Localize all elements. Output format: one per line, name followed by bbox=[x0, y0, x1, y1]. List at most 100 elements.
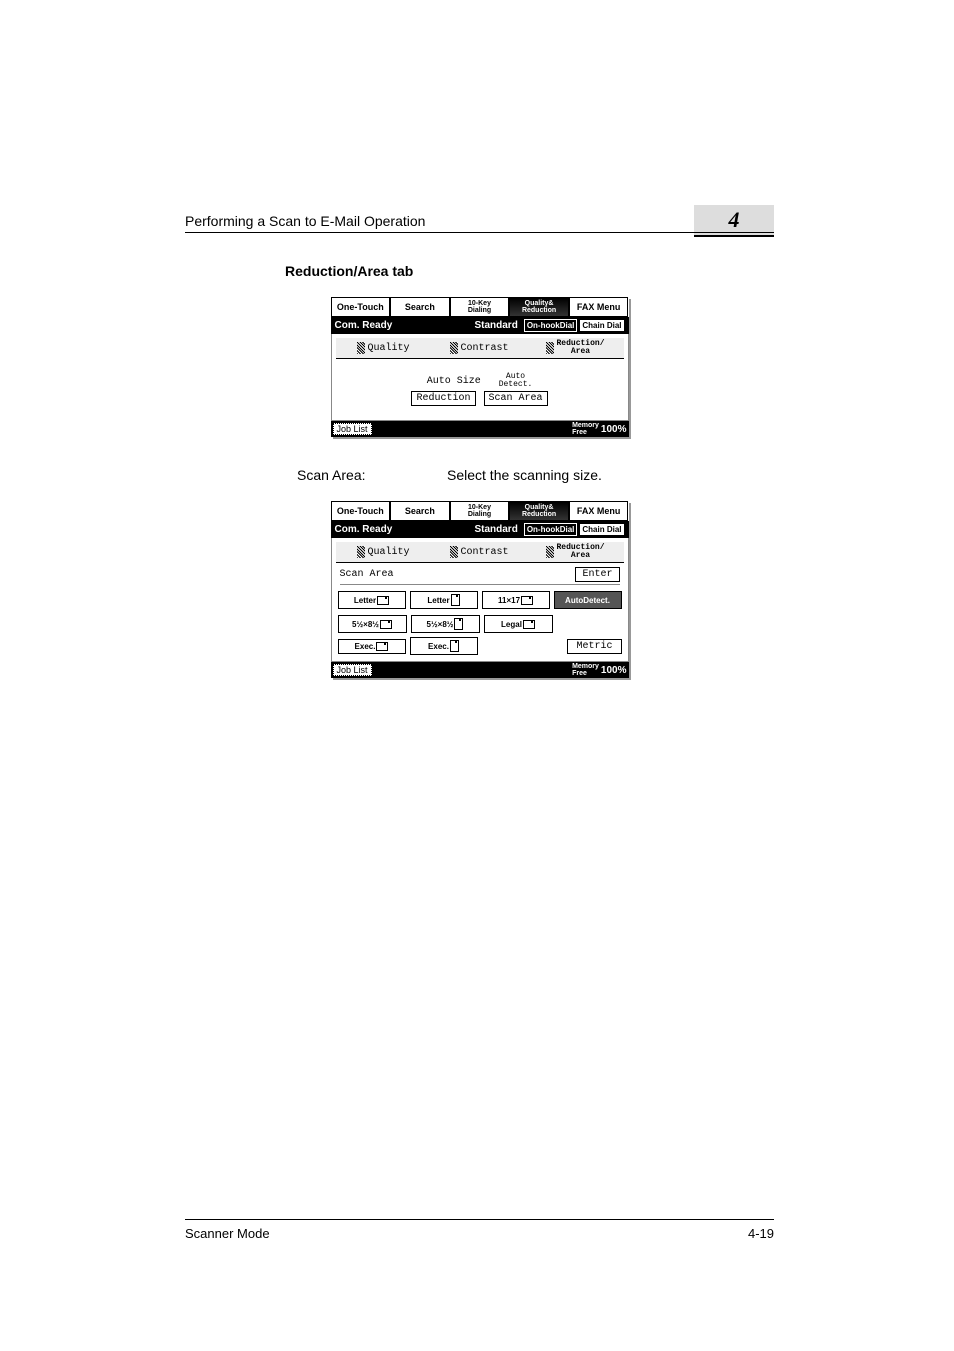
hash-icon bbox=[546, 546, 554, 558]
tab-quality-reduction[interactable]: Quality& Reduction bbox=[509, 501, 569, 521]
inner-tab-reduction-line2: Area bbox=[556, 348, 604, 356]
size-exec-l-label: Exec. bbox=[355, 642, 376, 651]
enter-button[interactable]: Enter bbox=[575, 567, 619, 582]
inner-tab-contrast-label: Contrast bbox=[460, 547, 508, 558]
inner-tab-reduction-area[interactable]: Reduction/ Area bbox=[528, 338, 624, 359]
on-hook-dial-button[interactable]: On-hookDial bbox=[524, 319, 578, 332]
footer-page-number: 4-19 bbox=[748, 1226, 774, 1241]
hash-icon bbox=[450, 342, 458, 354]
orientation-landscape-icon bbox=[380, 620, 392, 629]
size-auto-detect[interactable]: AutoDetect. bbox=[554, 591, 622, 609]
inner-tab-quality[interactable]: Quality bbox=[336, 542, 432, 563]
orientation-landscape-icon bbox=[523, 620, 535, 629]
tab-fax-menu[interactable]: FAX Menu bbox=[569, 501, 629, 521]
lcd-screenshot-reduction-area: One-Touch Search 10-Key Dialing Quality&… bbox=[331, 297, 629, 437]
inner-tab-contrast-label: Contrast bbox=[460, 343, 508, 354]
on-hook-dial-button[interactable]: On-hookDial bbox=[524, 523, 578, 536]
tab-search[interactable]: Search bbox=[390, 297, 450, 317]
scan-area-heading: Scan Area bbox=[340, 569, 394, 580]
status-com-ready: Com. Ready bbox=[335, 524, 475, 535]
status-com-ready: Com. Ready bbox=[335, 320, 475, 331]
tab-quality-line1: Quality& bbox=[522, 504, 556, 511]
memory-indicator: Memory Free 100% bbox=[572, 422, 626, 436]
scan-area-desc-text: Select the scanning size. bbox=[447, 467, 602, 483]
orientation-landscape-icon bbox=[521, 596, 533, 605]
metric-button[interactable]: Metric bbox=[567, 639, 621, 654]
section-title: Reduction/Area tab bbox=[285, 263, 774, 279]
tab-one-touch[interactable]: One-Touch bbox=[331, 297, 391, 317]
size-11x17[interactable]: 11×17 bbox=[482, 591, 550, 609]
size-exec-portrait[interactable]: Exec. bbox=[410, 637, 478, 655]
size-letter-landscape[interactable]: Letter bbox=[338, 591, 406, 609]
inner-tab-contrast[interactable]: Contrast bbox=[432, 338, 528, 359]
center-controls-1: Auto Size Auto Detect. Reduction Scan Ar… bbox=[332, 373, 628, 406]
status-bar: Com. Ready Standard On-hookDial Chain Di… bbox=[331, 317, 629, 334]
inner-tab-quality-label: Quality bbox=[367, 343, 409, 354]
chain-dial-button[interactable]: Chain Dial bbox=[579, 319, 624, 332]
lcd-footer-2: Job List Memory Free 100% bbox=[331, 662, 629, 678]
tab-10key-dialing[interactable]: 10-Key Dialing bbox=[450, 297, 510, 317]
scan-area-desc-label: Scan Area: bbox=[297, 467, 447, 483]
tab-fax-menu[interactable]: FAX Menu bbox=[569, 297, 629, 317]
tab-quality-reduction[interactable]: Quality& Reduction bbox=[509, 297, 569, 317]
description-row: Scan Area: Select the scanning size. bbox=[297, 467, 774, 483]
size-letter-portrait[interactable]: Letter bbox=[410, 591, 478, 609]
tab-search[interactable]: Search bbox=[390, 501, 450, 521]
memory-percent: 100% bbox=[601, 424, 627, 435]
orientation-landscape-icon bbox=[377, 596, 389, 605]
scan-area-button[interactable]: Scan Area bbox=[484, 391, 548, 406]
hash-icon bbox=[546, 342, 554, 354]
tab-one-touch[interactable]: One-Touch bbox=[331, 501, 391, 521]
orientation-portrait-icon bbox=[451, 594, 460, 606]
inner-tab-row-2: Quality Contrast Reduction/ Area bbox=[336, 542, 624, 563]
job-list-button[interactable]: Job List bbox=[333, 664, 372, 676]
inner-tab-contrast[interactable]: Contrast bbox=[432, 542, 528, 563]
lcd-footer-1: Job List Memory Free 100% bbox=[331, 421, 629, 437]
reduction-button[interactable]: Reduction bbox=[411, 391, 475, 406]
page-footer: Scanner Mode 4-19 bbox=[185, 1219, 774, 1241]
size-row-2: 5½×8½ 5½×8½ Legal bbox=[338, 615, 622, 633]
size-5half-portrait[interactable]: 5½×8½ bbox=[411, 615, 480, 633]
inner-tab-reduction-area[interactable]: Reduction/ Area bbox=[528, 542, 624, 563]
chain-dial-button[interactable]: Chain Dial bbox=[579, 523, 624, 536]
running-header: Performing a Scan to E-Mail Operation bbox=[185, 213, 425, 229]
tab-quality-line1: Quality& bbox=[522, 300, 556, 307]
hash-icon bbox=[357, 546, 365, 558]
memory-percent: 100% bbox=[601, 665, 627, 676]
status-standard: Standard bbox=[474, 524, 517, 535]
tab-10key-line1: 10-Key bbox=[468, 504, 491, 511]
footer-left: Scanner Mode bbox=[185, 1226, 270, 1241]
tab-quality-line2: Reduction bbox=[522, 511, 556, 518]
header-rule bbox=[185, 232, 774, 233]
size-letter-l-label: Letter bbox=[354, 596, 376, 605]
hash-icon bbox=[357, 342, 365, 354]
size-exec-landscape[interactable]: Exec. bbox=[338, 639, 406, 654]
status-standard: Standard bbox=[474, 320, 517, 331]
size-11x17-label: 11×17 bbox=[498, 596, 520, 605]
tab-10key-line2: Dialing bbox=[468, 307, 491, 314]
tab-quality-line2: Reduction bbox=[522, 307, 556, 314]
page: Performing a Scan to E-Mail Operation 4 … bbox=[0, 0, 954, 1351]
top-tab-row-2: One-Touch Search 10-Key Dialing Quality&… bbox=[331, 501, 629, 521]
size-legal[interactable]: Legal bbox=[484, 615, 553, 633]
tab-10key-dialing[interactable]: 10-Key Dialing bbox=[450, 501, 510, 521]
inner-tab-reduction-line2: Area bbox=[556, 552, 604, 560]
hash-icon bbox=[450, 546, 458, 558]
memory-line2: Free bbox=[572, 670, 599, 677]
lcd-screenshot-scan-area: One-Touch Search 10-Key Dialing Quality&… bbox=[331, 501, 629, 678]
tab-10key-line2: Dialing bbox=[468, 511, 491, 518]
inner-tab-quality-label: Quality bbox=[367, 547, 409, 558]
lcd-body-1: Quality Contrast Reduction/ Area Auto Si… bbox=[331, 334, 629, 421]
top-tab-row: One-Touch Search 10-Key Dialing Quality&… bbox=[331, 297, 629, 317]
size-5half-landscape[interactable]: 5½×8½ bbox=[338, 615, 407, 633]
inner-tab-quality[interactable]: Quality bbox=[336, 338, 432, 359]
memory-line1: Memory bbox=[572, 422, 599, 429]
size-5half-l-label: 5½×8½ bbox=[352, 620, 379, 629]
orientation-landscape-icon bbox=[376, 642, 388, 651]
size-exec-p-label: Exec. bbox=[428, 642, 449, 651]
status-bar-2: Com. Ready Standard On-hookDial Chain Di… bbox=[331, 521, 629, 538]
size-legal-label: Legal bbox=[501, 620, 522, 629]
job-list-button[interactable]: Job List bbox=[333, 423, 372, 435]
size-row-3: Exec. Exec. Metric bbox=[338, 637, 622, 655]
size-row-1: Letter Letter 11×17 AutoDetect. bbox=[338, 591, 622, 609]
